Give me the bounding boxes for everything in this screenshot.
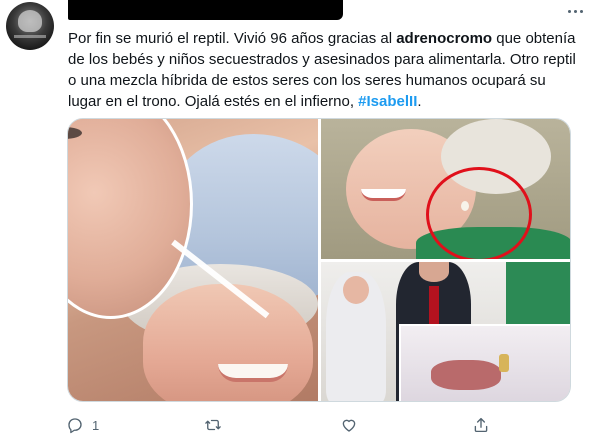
tweet-text-part-4: .: [417, 93, 422, 110]
more-icon[interactable]: [564, 4, 586, 18]
photo-red-circle: [426, 167, 532, 262]
redacted-username: [68, 0, 343, 20]
share-button[interactable]: [472, 414, 490, 436]
reply-count: 1: [92, 417, 100, 433]
more-dot: [567, 9, 571, 13]
avatar-figure: [18, 10, 42, 32]
reply-button[interactable]: 1: [66, 414, 99, 436]
tweet-text-bold: adrenocromo: [396, 30, 493, 47]
avatar-caption-line: [14, 35, 46, 38]
more-dot: [579, 9, 583, 13]
retweet-icon: [205, 419, 221, 431]
photo-hands: [431, 360, 501, 390]
photo-smile: [218, 364, 288, 382]
like-button[interactable]: [340, 414, 358, 436]
media-photo-3[interactable]: [321, 262, 570, 401]
like-icon: [342, 419, 356, 432]
media-photo-1[interactable]: [68, 119, 353, 401]
avatar[interactable]: [6, 2, 54, 50]
tweet[interactable]: Por fin se murió el reptil. Vivió 96 año…: [0, 0, 592, 447]
hashtag-link[interactable]: #IsabelII: [358, 93, 417, 110]
media-grid: [67, 118, 571, 402]
photo-eye: [68, 127, 82, 139]
share-icon: [474, 417, 488, 433]
tweet-text-part-1: Por fin se murió el reptil. Vivió 96 año…: [68, 30, 397, 47]
photo-face: [343, 276, 369, 304]
retweet-button[interactable]: [204, 414, 222, 436]
photo-face: [143, 284, 313, 401]
photo-watch: [499, 354, 509, 372]
reply-icon: [68, 418, 82, 434]
tweet-text: Por fin se murió el reptil. Vivió 96 año…: [68, 28, 582, 112]
more-dot: [573, 9, 577, 13]
media-photo-2[interactable]: [321, 119, 570, 267]
photo-face: [419, 262, 449, 282]
action-bar: 1: [60, 412, 500, 438]
photo-smile: [361, 189, 406, 201]
